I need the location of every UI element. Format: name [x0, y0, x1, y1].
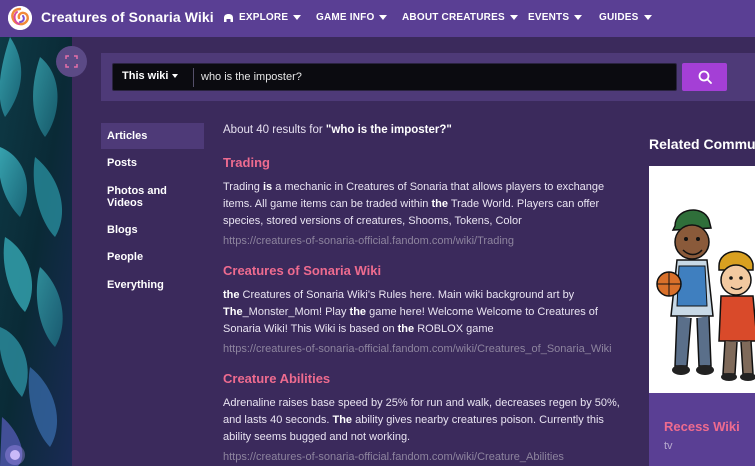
expand-button[interactable]	[56, 46, 87, 77]
search-icon	[698, 70, 712, 84]
nav-game-info-label: GAME INFO	[316, 12, 375, 23]
result-snippet: the Creatures of Sonaria Wiki's Rules he…	[223, 289, 598, 335]
nav-explore[interactable]: EXPLORE	[223, 12, 302, 23]
result-url[interactable]: https://creatures-of-sonaria-official.fa…	[223, 235, 629, 247]
community-image	[649, 166, 755, 393]
result-title[interactable]: Creatures of Sonaria Wiki	[223, 263, 381, 278]
result-snippet: Trading is a mechanic in Creatures of So…	[223, 181, 605, 227]
expand-icon	[65, 55, 78, 68]
result-url[interactable]: https://creatures-of-sonaria-official.fa…	[223, 451, 629, 463]
nav-about-creatures[interactable]: ABOUT CREATURES	[402, 12, 518, 23]
chevron-down-icon	[379, 15, 388, 20]
filter-articles[interactable]: Articles	[101, 123, 204, 149]
search-button[interactable]	[682, 63, 727, 91]
chevron-down-icon	[509, 15, 518, 20]
filter-people[interactable]: People	[101, 251, 204, 263]
filter-photos-and-videos[interactable]: Photos and Videos	[101, 185, 204, 209]
chevron-down-icon	[574, 15, 583, 20]
result-title[interactable]: Creature Abilities	[223, 371, 330, 386]
nav-events[interactable]: EVENTS	[528, 12, 583, 23]
chevron-down-icon	[643, 15, 652, 20]
related-community-heading: Related Community	[649, 136, 755, 152]
search-scope-dropdown[interactable]: This wiki	[122, 70, 179, 82]
wiki-logo-icon[interactable]	[8, 6, 32, 30]
result-title[interactable]: Trading	[223, 155, 270, 170]
search-scope-label: This wiki	[122, 70, 169, 82]
nav-explore-label: EXPLORE	[239, 12, 289, 23]
search-divider	[193, 68, 194, 87]
results-summary: About 40 results for "who is the imposte…	[223, 124, 452, 136]
site-title[interactable]: Creatures of Sonaria Wiki	[41, 9, 214, 25]
search-box: This wiki	[112, 63, 677, 91]
results-summary-prefix: About 40 results for	[223, 124, 326, 136]
nav-about-creatures-label: ABOUT CREATURES	[402, 12, 505, 23]
nav-game-info[interactable]: GAME INFO	[316, 12, 388, 23]
results-summary-query: "who is the imposter?"	[325, 124, 452, 136]
related-community-card[interactable]: Recess Wiki tv	[649, 166, 755, 466]
community-card-subtitle: tv	[664, 440, 673, 452]
top-navigation: Creatures of Sonaria Wiki EXPLORE GAME I…	[0, 0, 755, 37]
nav-guides-label: GUIDES	[599, 12, 639, 23]
filter-blogs[interactable]: Blogs	[101, 224, 204, 236]
nav-guides[interactable]: GUIDES	[599, 12, 652, 23]
compass-icon	[224, 13, 233, 22]
result-url[interactable]: https://creatures-of-sonaria-official.fa…	[223, 343, 629, 355]
background-art	[0, 37, 72, 466]
result-snippet: Adrenaline raises base speed by 25% for …	[223, 397, 620, 443]
chevron-down-icon	[172, 74, 179, 78]
chevron-down-icon	[293, 15, 302, 20]
filter-posts[interactable]: Posts	[101, 157, 204, 169]
search-input[interactable]	[201, 69, 661, 85]
community-card-title[interactable]: Recess Wiki	[664, 419, 740, 434]
nav-events-label: EVENTS	[528, 12, 570, 23]
filter-everything[interactable]: Everything	[101, 279, 204, 291]
